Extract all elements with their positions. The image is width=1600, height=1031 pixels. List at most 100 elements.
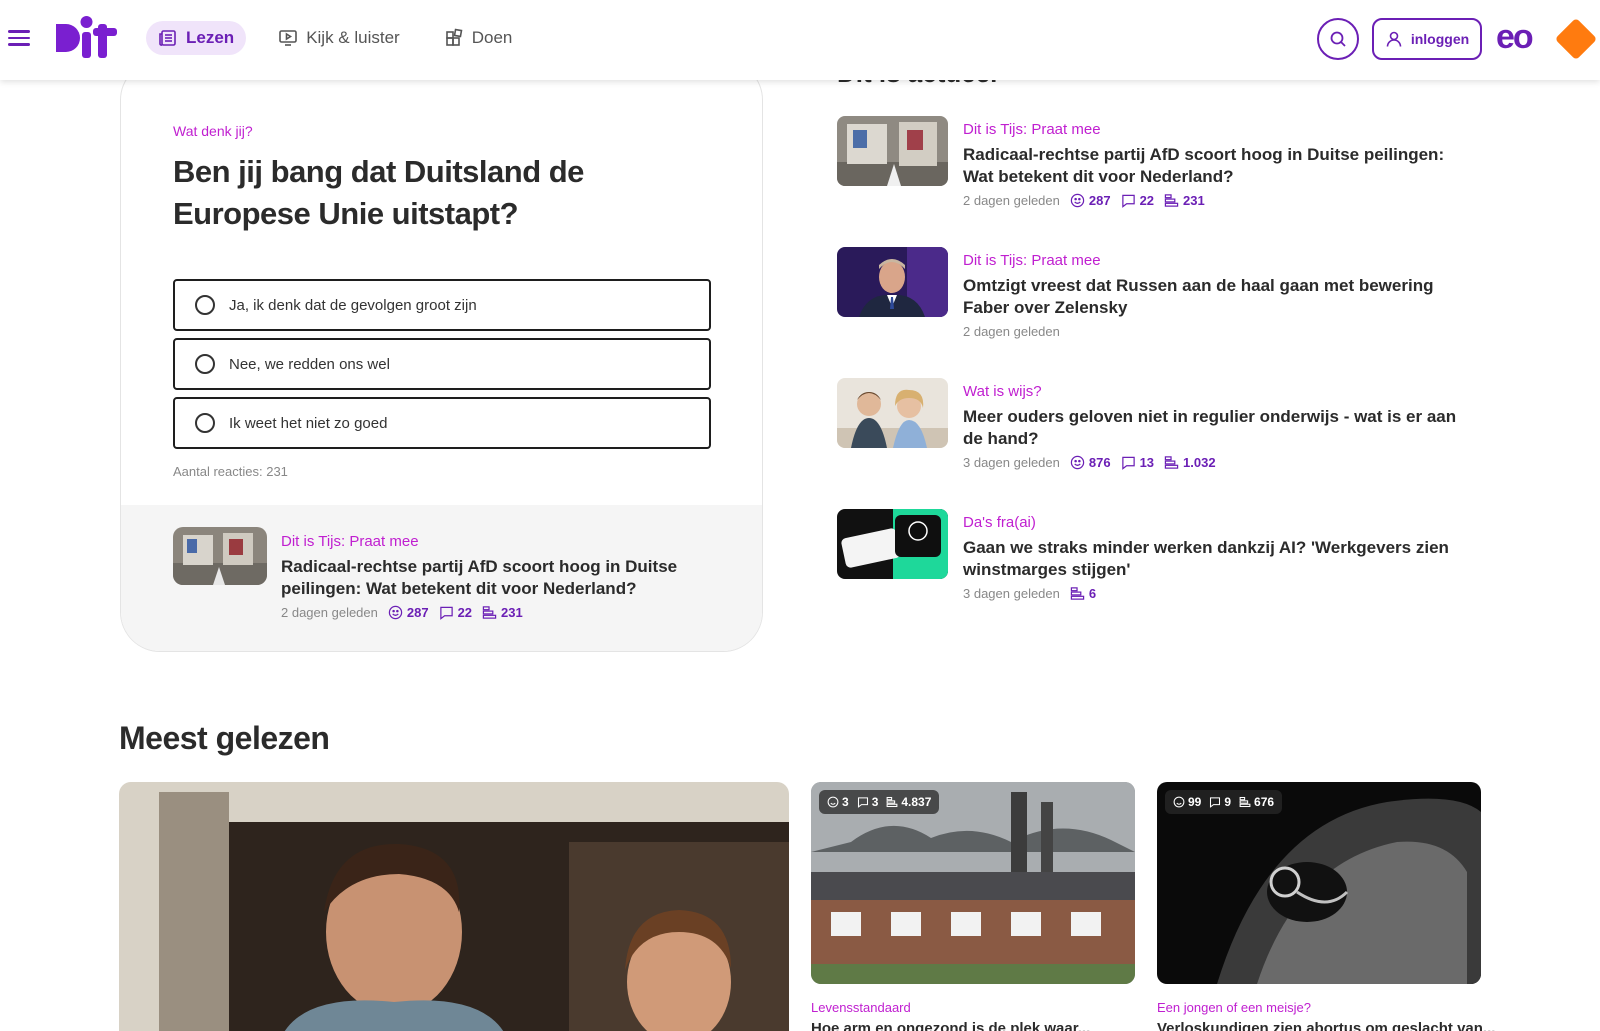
smiley-icon bbox=[1173, 796, 1185, 808]
article-time: 2 dagen geleden bbox=[281, 605, 378, 620]
section-title-meest-gelezen: Meest gelezen bbox=[119, 720, 330, 756]
list-item[interactable]: Wat is wijs? Meer ouders geloven niet in… bbox=[837, 378, 1477, 509]
article-title[interactable]: Radicaal-rechtse partij AfD scoort hoog … bbox=[281, 556, 681, 600]
votes-value: 6 bbox=[1088, 586, 1097, 601]
option-label: Ja, ik denk dat de gevolgen groot zijn bbox=[229, 296, 477, 314]
login-button[interactable]: inloggen bbox=[1372, 18, 1482, 60]
article-title[interactable]: Radicaal-rechtse partij AfD scoort hoog … bbox=[963, 144, 1463, 188]
reactions-value: 3 bbox=[842, 795, 849, 809]
article-card-image[interactable]: 3 3 4.837 bbox=[811, 782, 1135, 984]
article-thumbnail bbox=[837, 116, 948, 186]
votes-value: 676 bbox=[1254, 795, 1275, 809]
poll-title: Ben jij bang dat Duitsland de Europese U… bbox=[173, 154, 584, 231]
radio-icon bbox=[195, 354, 215, 374]
reactions-stat: 99 bbox=[1173, 795, 1201, 809]
votes-stat: 1.032 bbox=[1164, 455, 1216, 470]
radio-icon bbox=[195, 413, 215, 433]
article-time: 2 dagen geleden bbox=[963, 193, 1060, 208]
bars-icon bbox=[886, 796, 898, 808]
smiley-icon bbox=[827, 796, 839, 808]
card-title[interactable]: Verloskundigen zien abortus om geslacht … bbox=[1157, 1020, 1495, 1031]
card-kicker: Een jongen of een meisje? bbox=[1157, 1000, 1311, 1015]
votes-stat: 676 bbox=[1239, 795, 1274, 809]
article-kicker: Wat is wijs? bbox=[963, 383, 1042, 400]
comments-value: 13 bbox=[1139, 455, 1155, 470]
article-title[interactable]: Omtzigt vreest dat Russen aan de haal ga… bbox=[963, 275, 1463, 319]
list-item[interactable]: Dit is Tijs: Praat mee Radicaal-rechtse … bbox=[837, 116, 1477, 247]
comment-icon bbox=[1210, 797, 1221, 808]
stats-badge: 3 3 4.837 bbox=[819, 790, 940, 814]
article-card[interactable]: 3 3 4.837 Levensstandaard Hoe arm en ong… bbox=[811, 782, 1135, 1031]
search-button[interactable] bbox=[1317, 18, 1359, 60]
article-title[interactable]: Meer ouders geloven niet in regulier ond… bbox=[963, 406, 1463, 450]
article-card[interactable]: 99 9 676 Een jongen of een meisje? Verlo… bbox=[1157, 782, 1495, 1031]
votes-stat: 6 bbox=[1070, 586, 1096, 601]
smiley-icon bbox=[388, 605, 403, 620]
bars-icon bbox=[1239, 796, 1251, 808]
votes-value: 231 bbox=[1183, 193, 1205, 208]
poll-card: Wat denk jij? Ben jij bang dat Duitsland… bbox=[120, 60, 763, 652]
nav-label: Kijk & luister bbox=[306, 28, 400, 47]
list-item[interactable]: Dit is Tijs: Praat mee Omtzigt vreest da… bbox=[837, 247, 1477, 378]
comments-stat: 3 bbox=[857, 795, 879, 809]
poll-related-article[interactable]: Dit is Tijs: Praat mee Radicaal-rechtse … bbox=[121, 505, 762, 651]
votes-value: 231 bbox=[501, 605, 523, 620]
list-item[interactable]: Da's fra(ai) Gaan we straks minder werke… bbox=[837, 509, 1477, 640]
menu-icon[interactable] bbox=[8, 26, 30, 48]
nav-label: Doen bbox=[471, 28, 513, 47]
reactions-value: 287 bbox=[406, 605, 429, 620]
user-icon bbox=[1386, 31, 1402, 47]
comments-stat: 22 bbox=[439, 605, 472, 620]
article-thumbnail bbox=[837, 247, 948, 317]
article-kicker: Dit is Tijs: Praat mee bbox=[281, 533, 419, 550]
actueel-list: Dit is Tijs: Praat mee Radicaal-rechtse … bbox=[837, 116, 1477, 640]
poll-kicker: Wat denk jij? bbox=[173, 123, 253, 139]
play-screen-icon bbox=[279, 30, 297, 46]
reactions-stat: 287 bbox=[388, 605, 429, 620]
votes-stat: 231 bbox=[482, 605, 523, 620]
article-card-image[interactable]: 99 9 676 bbox=[1157, 782, 1481, 984]
comments-value: 3 bbox=[871, 795, 879, 809]
stats-badge: 99 9 676 bbox=[1165, 790, 1283, 814]
main-nav: Lezen Kijk & luister Doen bbox=[146, 21, 524, 55]
poll-option[interactable]: Ik weet het niet zo goed bbox=[173, 397, 711, 449]
login-label: inloggen bbox=[1410, 31, 1470, 47]
card-title[interactable]: Hoe arm en ongezond is de plek waar... bbox=[811, 1020, 1135, 1031]
article-thumbnail bbox=[837, 509, 948, 579]
comment-icon bbox=[1121, 194, 1135, 208]
nav-lezen[interactable]: Lezen bbox=[146, 21, 247, 55]
reactions-value: 876 bbox=[1088, 455, 1111, 470]
eo-logo[interactable]: eo bbox=[1496, 20, 1534, 54]
article-kicker: Dit is Tijs: Praat mee bbox=[963, 121, 1101, 138]
article-time: 3 dagen geleden bbox=[963, 586, 1060, 601]
comment-icon bbox=[1121, 456, 1135, 470]
nav-label: Lezen bbox=[186, 28, 235, 47]
nav-doen[interactable]: Doen bbox=[432, 21, 525, 55]
poll-option[interactable]: Ja, ik denk dat de gevolgen groot zijn bbox=[173, 279, 711, 331]
comments-value: 9 bbox=[1224, 795, 1232, 809]
bars-icon bbox=[1164, 194, 1179, 207]
comment-icon bbox=[857, 797, 868, 808]
card-kicker: Levensstandaard bbox=[811, 1000, 911, 1015]
poll-option[interactable]: Nee, we redden ons wel bbox=[173, 338, 711, 390]
newspaper-icon bbox=[159, 30, 176, 46]
comments-stat: 22 bbox=[1121, 193, 1154, 208]
article-title[interactable]: Gaan we straks minder werken dankzij AI?… bbox=[963, 537, 1463, 581]
votes-stat: 4.837 bbox=[886, 795, 931, 809]
nav-kijk-luister[interactable]: Kijk & luister bbox=[266, 21, 412, 55]
option-label: Nee, we redden ons wel bbox=[229, 355, 390, 373]
comments-stat: 9 bbox=[1209, 795, 1231, 809]
reactions-value: 287 bbox=[1088, 193, 1111, 208]
featured-article-image[interactable] bbox=[119, 782, 789, 1031]
reactions-stat: 876 bbox=[1070, 455, 1111, 470]
site-header: Lezen Kijk & luister Doen inloggen eo bbox=[0, 0, 1600, 80]
article-kicker: Dit is Tijs: Praat mee bbox=[963, 252, 1101, 269]
dit-logo[interactable] bbox=[54, 14, 118, 60]
npo-logo[interactable] bbox=[1554, 17, 1598, 61]
reactions-value: 99 bbox=[1188, 795, 1202, 809]
bars-icon bbox=[1070, 587, 1085, 600]
reactions-count: Aantal reacties: 231 bbox=[173, 464, 288, 479]
smiley-icon bbox=[1070, 193, 1085, 208]
reactions-stat: 287 bbox=[1070, 193, 1111, 208]
comment-icon bbox=[439, 606, 453, 620]
